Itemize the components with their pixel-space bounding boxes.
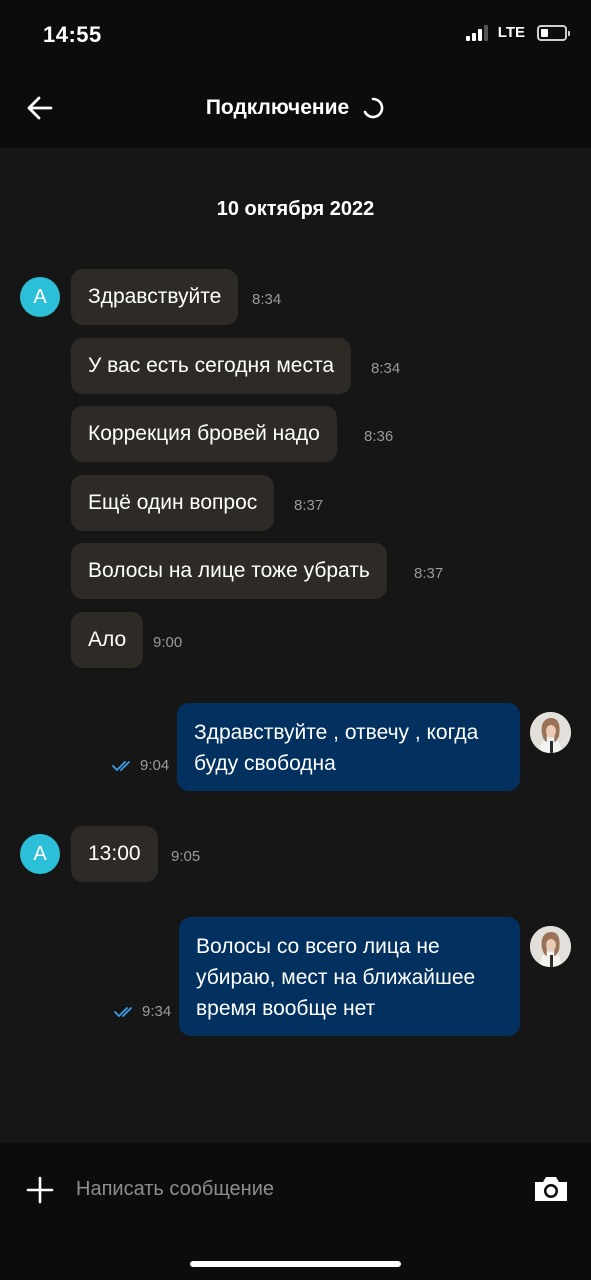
double-check-icon: [114, 1006, 132, 1017]
message-time: 9:34: [142, 1003, 172, 1020]
message-time: 8:34: [371, 360, 401, 377]
message-bubble-incoming[interactable]: 13:00: [71, 826, 158, 882]
message-bubble-incoming[interactable]: У вас есть сегодня места: [71, 338, 352, 394]
message-bubble-outgoing[interactable]: Здравствуйте , отвечу , когда буду свобо…: [177, 703, 520, 791]
composer-bar: [0, 1143, 591, 1280]
avatar[interactable]: A: [20, 277, 60, 317]
message-time: 8:37: [294, 497, 324, 514]
message-line: Здравствуйте , отвечу , когда: [194, 721, 479, 744]
camera-button[interactable]: [532, 1174, 570, 1204]
message-bubble-outgoing[interactable]: Волосы со всего лица не убираю, мест на …: [179, 917, 520, 1036]
profile-photo-icon: [530, 926, 571, 967]
status-indicators: LTE: [465, 24, 570, 41]
message-time: 9:05: [171, 848, 201, 865]
loading-spinner-icon: [363, 97, 384, 119]
message-time: 9:00: [153, 634, 183, 651]
message-time: 8:37: [414, 565, 444, 582]
message-bubble-incoming[interactable]: Ещё один вопрос: [71, 475, 275, 531]
message-bubble-incoming[interactable]: Коррекция бровей надо: [71, 406, 337, 462]
nav-bar: Подключение: [0, 68, 591, 148]
message-bubble-incoming[interactable]: Ало: [71, 612, 144, 668]
attach-button[interactable]: [26, 1176, 54, 1204]
date-header: 10 октября 2022: [216, 198, 375, 220]
message-line: Волосы со всего лица не: [196, 935, 440, 958]
avatar[interactable]: [530, 712, 571, 753]
message-line: буду свободна: [194, 752, 336, 775]
message-meta: 9:34: [114, 1003, 171, 1020]
page-title: Подключение: [205, 96, 350, 119]
message-time: 8:34: [252, 291, 282, 308]
double-check-icon: [112, 760, 130, 771]
signal-icon: [465, 24, 488, 41]
status-bar: 14:55 LTE: [0, 0, 591, 68]
profile-photo-icon: [530, 712, 571, 753]
message-bubble-incoming[interactable]: Здравствуйте: [71, 269, 239, 325]
message-meta: 9:04: [112, 757, 169, 774]
home-indicator: [190, 1261, 401, 1267]
plus-icon: [26, 1176, 54, 1204]
battery-icon: [537, 24, 570, 41]
message-bubble-incoming[interactable]: Волосы на лице тоже убрать: [71, 543, 387, 599]
avatar[interactable]: A: [20, 834, 60, 874]
status-time: 14:55: [43, 22, 102, 47]
message-line: убираю, мест на ближайшее: [196, 966, 476, 989]
network-label: LTE: [497, 24, 525, 41]
avatar[interactable]: [530, 926, 571, 967]
nav-title-group: Подключение: [0, 68, 591, 148]
message-line: время вообще нет: [196, 997, 376, 1020]
message-time: 8:36: [364, 428, 394, 445]
camera-icon: [535, 1177, 567, 1201]
message-input[interactable]: [76, 1173, 506, 1205]
message-time: 9:04: [140, 757, 170, 774]
